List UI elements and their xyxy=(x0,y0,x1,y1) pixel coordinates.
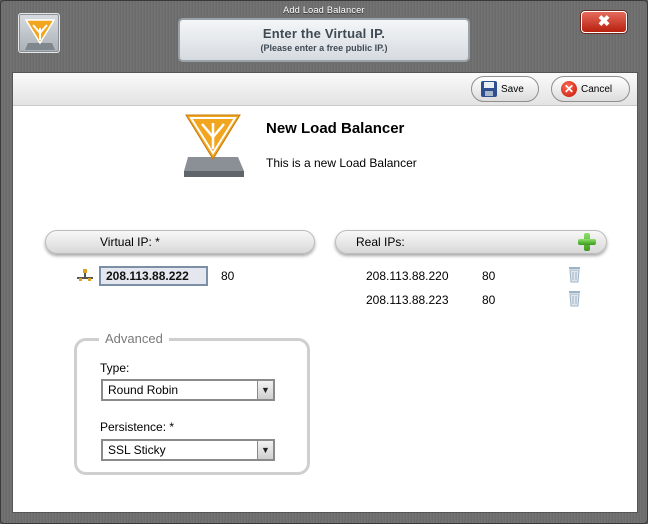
persistence-select[interactable]: SSL Sticky ▼ xyxy=(101,439,275,461)
type-select[interactable]: Round Robin ▼ xyxy=(101,379,275,401)
real-ip-port: 80 xyxy=(482,293,496,307)
type-select-value: Round Robin xyxy=(108,383,179,397)
cancel-icon: ✕ xyxy=(561,81,577,97)
real-ip-row: 208.113.88.220 80 xyxy=(366,267,606,285)
cancel-label: Cancel xyxy=(581,83,613,95)
trash-icon[interactable] xyxy=(568,289,581,307)
chevron-down-icon[interactable]: ▼ xyxy=(257,381,273,399)
real-ip-port: 80 xyxy=(482,269,496,283)
real-ip-row: 208.113.88.223 80 xyxy=(366,291,606,309)
persistence-select-value: SSL Sticky xyxy=(108,443,166,457)
main-panel: Save ✕ Cancel New Load Balancer This is … xyxy=(12,72,638,513)
save-button[interactable]: Save xyxy=(471,76,539,102)
load-balancer-icon xyxy=(180,111,246,179)
real-ips-header: Real IPs: xyxy=(335,230,607,254)
dialog-window: Add Load Balancer Enter the Virtual IP. … xyxy=(0,0,648,524)
save-label: Save xyxy=(501,83,524,95)
virtual-ip-input[interactable]: 208.113.88.222 xyxy=(99,266,208,286)
add-real-ip-icon[interactable] xyxy=(578,233,596,251)
persistence-label: Persistence: * xyxy=(100,420,175,434)
virtual-ip-label: Virtual IP: * xyxy=(100,235,160,249)
instruction-banner: Enter the Virtual IP. (Please enter a fr… xyxy=(178,18,470,62)
trash-icon[interactable] xyxy=(568,265,581,283)
real-ip-address: 208.113.88.220 xyxy=(366,269,449,283)
load-balancer-app-icon xyxy=(18,13,60,53)
floppy-disk-icon xyxy=(481,81,497,97)
cancel-button[interactable]: ✕ Cancel xyxy=(551,76,630,102)
close-icon: ✖ xyxy=(597,13,611,30)
instruction-title: Enter the Virtual IP. xyxy=(262,26,386,41)
chevron-down-icon[interactable]: ▼ xyxy=(257,441,273,459)
type-label: Type: xyxy=(100,361,130,375)
real-ips-label: Real IPs: xyxy=(356,235,405,249)
virtual-ip-header: Virtual IP: * xyxy=(45,230,315,254)
close-button[interactable]: ✖ xyxy=(581,11,627,33)
page-description: This is a new Load Balancer xyxy=(266,156,417,170)
virtual-ip-port: 80 xyxy=(221,269,235,283)
toolbar: Save ✕ Cancel xyxy=(13,73,637,106)
page-title: New Load Balancer xyxy=(266,120,405,137)
advanced-fieldset: Advanced Type: Round Robin ▼ Persistence… xyxy=(74,331,310,475)
advanced-legend: Advanced xyxy=(99,331,169,346)
real-ip-address: 208.113.88.223 xyxy=(366,293,449,307)
window-title: Add Load Balancer xyxy=(283,5,365,15)
network-icon xyxy=(77,269,93,281)
instruction-subtitle: (Please enter a free public IP.) xyxy=(260,43,388,53)
